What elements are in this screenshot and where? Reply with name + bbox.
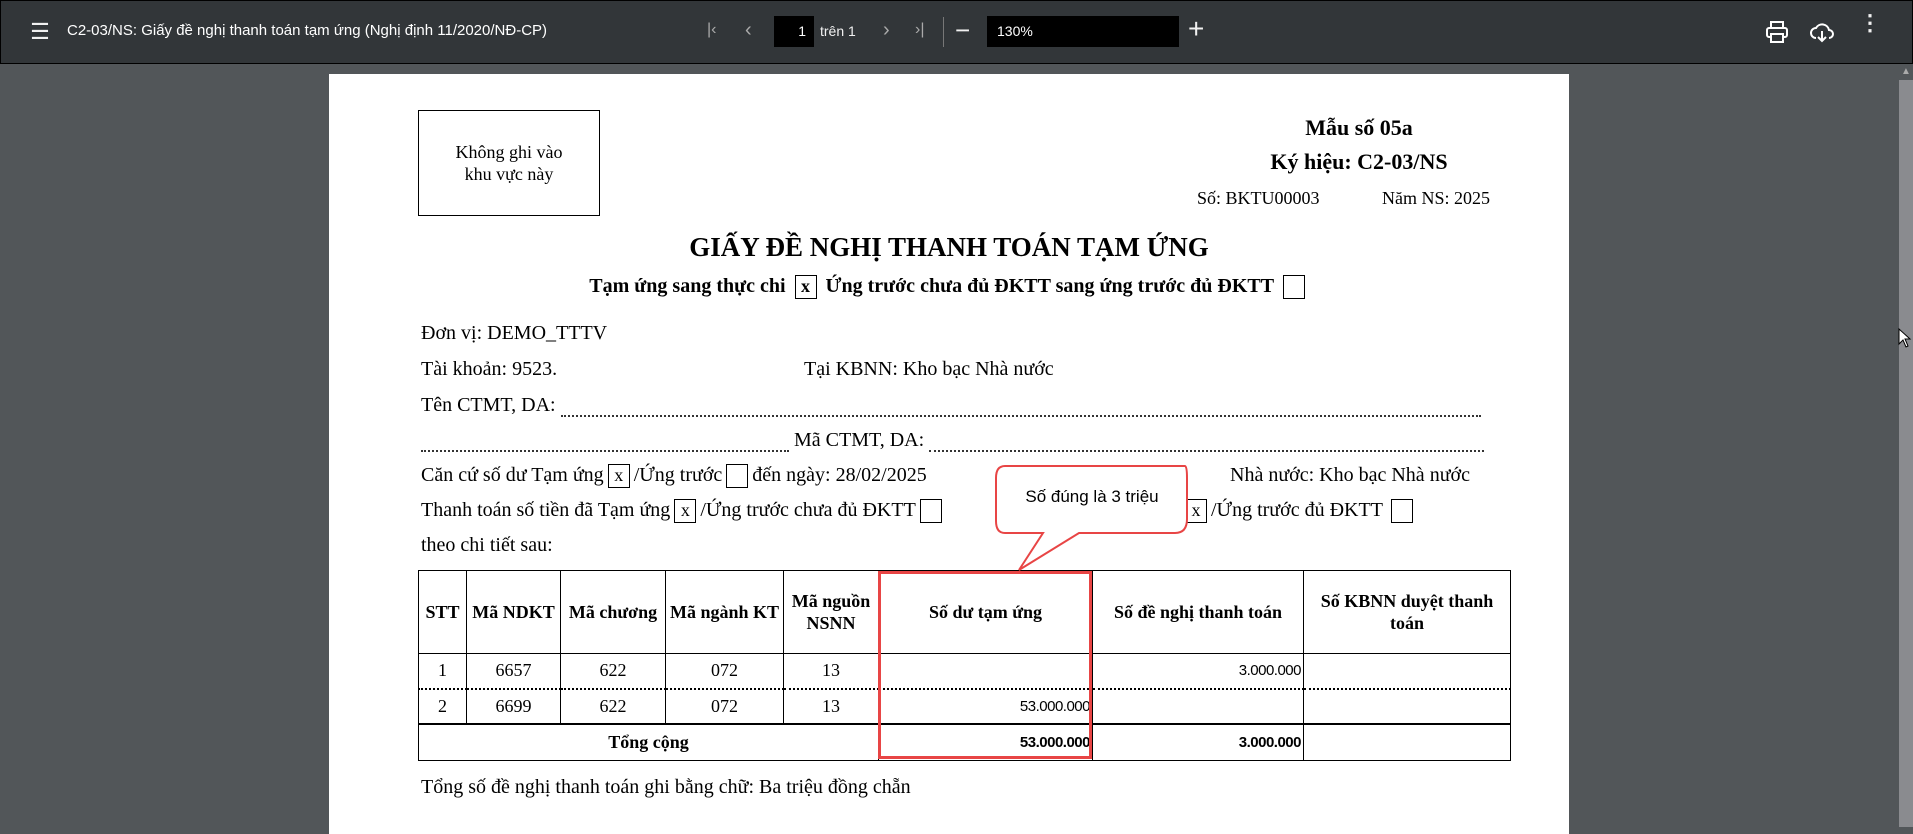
menu-icon[interactable]: ☰: [29, 19, 51, 44]
scroll-up-icon[interactable]: ▲: [1899, 64, 1913, 80]
col-chuong: Mã chương: [560, 570, 666, 654]
account-line: Tài khoản: 9523.: [421, 358, 558, 380]
print-icon[interactable]: [1765, 20, 1789, 49]
col-requested: Số đề nghị thanh toán: [1092, 570, 1304, 654]
callout-bubble: [995, 465, 1188, 571]
dotted-fill: [929, 434, 1485, 452]
budget-year: Năm NS: 2025: [1382, 188, 1490, 208]
callout-text: Số đúng là 3 triệu: [1025, 487, 1159, 506]
document-title: C2-03/NS: Giấy đề nghị thanh toán tạm ứn…: [67, 22, 548, 39]
basis-date: đến ngày: 28/02/2025: [752, 464, 927, 486]
prev-page-icon[interactable]: ‹: [745, 19, 752, 42]
dotted-fill: [560, 399, 1481, 417]
payment-prepay-complete-label: /Ứng trước đủ ĐKTT: [1211, 499, 1383, 521]
ctmt-code-line: Mã CTMT, DA:: [421, 429, 1485, 452]
total-approved: [1303, 723, 1511, 761]
next-page-icon[interactable]: ›: [883, 19, 890, 42]
zoom-input[interactable]: 130%: [987, 16, 1179, 47]
basis-prepay-label: /Ứng trước: [633, 464, 723, 486]
toolbar-divider: [943, 17, 944, 47]
col-ndkt: Mã NDKT: [466, 570, 561, 654]
cell: 3.000.000: [1092, 653, 1304, 690]
basis-label: Căn cứ số dư Tạm ứng: [421, 464, 604, 486]
highlight-box: [878, 571, 1092, 759]
last-page-icon[interactable]: ›|: [915, 21, 924, 39]
document-title-heading: GIẤY ĐỀ NGHỊ THANH TOÁN TẠM ỨNG: [689, 232, 1209, 262]
no-write-line-1: Không ghi vào: [455, 142, 563, 162]
zoom-out-icon[interactable]: −: [955, 15, 970, 46]
cell: 072: [665, 688, 784, 724]
cell: 6699: [466, 688, 561, 724]
form-number: Mẫu số 05a: [1305, 115, 1413, 140]
first-page-icon[interactable]: |‹: [707, 21, 716, 39]
ctmt-name-line: Tên CTMT, DA:: [421, 394, 1481, 417]
cell: 1: [418, 653, 467, 690]
page-count: trên 1: [820, 23, 856, 39]
document-number: Số: BKTU00003: [1197, 188, 1320, 208]
checkbox-prepay-conversion[interactable]: [1282, 275, 1305, 300]
col-stt: STT: [418, 570, 467, 654]
checkbox-payment-advance[interactable]: x: [674, 499, 697, 524]
cell: 13: [783, 688, 879, 724]
vertical-scrollbar[interactable]: ▲: [1899, 64, 1913, 827]
subtitle-options: Tạm ứng sang thực chi x Ứng trước chưa đ…: [329, 275, 1569, 300]
cell: [1092, 688, 1304, 724]
pdf-toolbar: ☰ C2-03/NS: Giấy đề nghị thanh toán tạm …: [0, 0, 1913, 64]
download-icon[interactable]: [1809, 20, 1835, 49]
cell: 622: [560, 653, 666, 690]
basis-treasury: Nhà nước: Kho bạc Nhà nước: [1230, 464, 1470, 486]
cell: 2: [418, 688, 467, 724]
ctmt-code-label: Mã CTMT, DA:: [794, 429, 925, 451]
total-label: Tổng cộng: [418, 723, 879, 761]
cell: [1303, 653, 1511, 690]
option-prepay-conversion: Ứng trước chưa đủ ĐKTT sang ứng trước đủ…: [825, 275, 1274, 297]
dotted-fill: [421, 434, 789, 452]
cell: 622: [560, 688, 666, 724]
checkbox-basis-prepay[interactable]: [726, 464, 749, 489]
checkbox-payment-prepay-complete[interactable]: [1390, 499, 1413, 524]
total-requested: 3.000.000: [1092, 723, 1304, 761]
cell: [1303, 688, 1511, 724]
cell: 13: [783, 653, 879, 690]
checkbox-basis-advance[interactable]: x: [607, 464, 630, 489]
pdf-page: Không ghi vào khu vực này Mẫu số 05a Ký …: [329, 74, 1569, 834]
checkbox-payment-prepay-incomplete[interactable]: [919, 499, 942, 524]
payment-line-right: x/Ứng trước đủ ĐKTT: [1181, 499, 1417, 524]
checkbox-advance-to-expense[interactable]: x: [794, 275, 817, 300]
no-write-box: Không ghi vào khu vực này: [418, 110, 600, 216]
kbnn-line: Tại KBNN: Kho bạc Nhà nước: [804, 358, 1054, 380]
cell: 072: [665, 653, 784, 690]
option-advance-to-expense: Tạm ứng sang thực chi: [589, 275, 786, 297]
cell: 6657: [466, 653, 561, 690]
payment-label: Thanh toán số tiền đã Tạm ứng: [421, 499, 671, 521]
ctmt-name-label: Tên CTMT, DA:: [421, 394, 556, 416]
detail-line: theo chi tiết sau:: [421, 534, 553, 556]
col-nganh: Mã ngành KT: [665, 570, 784, 654]
zoom-in-icon[interactable]: +: [1188, 13, 1204, 45]
form-symbol: Ký hiệu: C2-03/NS: [1270, 149, 1448, 174]
more-options-icon[interactable]: ⋮: [1859, 12, 1881, 34]
basis-line: Căn cứ số dư Tạm ứng x/Ứng trước đến ngày:…: [421, 464, 927, 489]
amount-in-words: Tổng số đề nghị thanh toán ghi bằng chữ:…: [421, 776, 911, 798]
payment-prepay-label: /Ứng trước chưa đủ ĐKTT: [700, 499, 916, 521]
no-write-line-2: khu vực này: [464, 164, 554, 184]
payment-line: Thanh toán số tiền đã Tạm ứng x/Ứng trước…: [421, 499, 946, 524]
unit-line: Đơn vị: DEMO_TTTV: [421, 322, 608, 344]
page-number-input[interactable]: 1: [774, 16, 814, 47]
mouse-cursor-icon: [1898, 328, 1912, 348]
col-approved: Số KBNN duyệt thanh toán: [1303, 570, 1511, 654]
col-nguon: Mã nguồn NSNN: [783, 570, 879, 654]
